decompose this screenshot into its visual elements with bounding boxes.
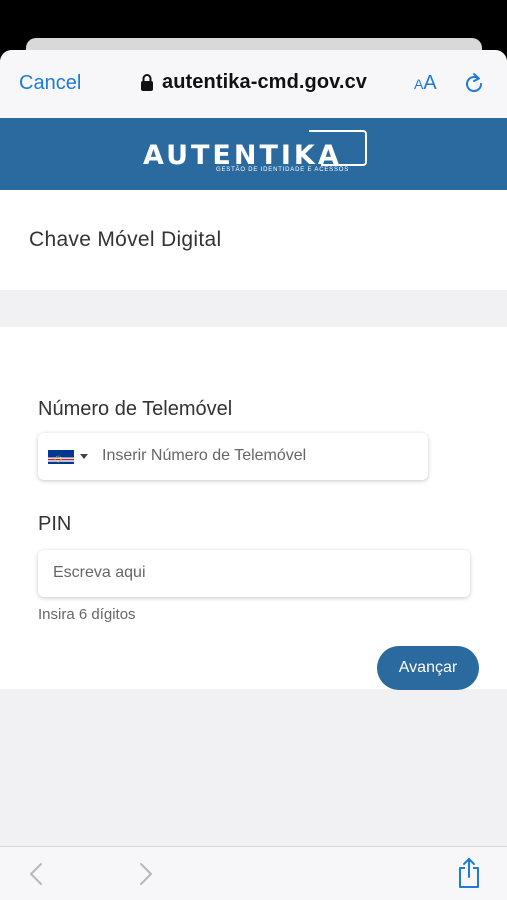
login-form: Número de Telemóvel Inserir Número de Te…	[0, 327, 507, 690]
browser-top-bar: Cancel autentika-cmd.gov.cv AA	[0, 50, 507, 118]
back-arrow-icon[interactable]	[28, 861, 44, 887]
reader-settings-button[interactable]: AA	[414, 72, 437, 95]
url-text: autentika-cmd.gov.cv	[162, 71, 368, 93]
chevron-down-icon[interactable]	[80, 454, 88, 459]
page-title: Chave Móvel Digital	[29, 228, 222, 251]
address-bar[interactable]: autentika-cmd.gov.cv	[140, 71, 367, 94]
reader-small-a: A	[414, 76, 424, 92]
title-card: Chave Móvel Digital	[0, 190, 507, 290]
phone-input[interactable]: Inserir Número de Telemóvel	[38, 433, 428, 480]
pin-input[interactable]: Escreva aqui	[38, 550, 470, 597]
cape-verde-flag-icon[interactable]	[48, 450, 74, 464]
logo-tagline: GESTÃO DE IDENTIDADE E ACESSOS	[216, 167, 350, 173]
pin-label: PIN	[38, 513, 72, 535]
reload-icon[interactable]	[462, 72, 486, 96]
forward-arrow-icon[interactable]	[138, 861, 154, 887]
next-button[interactable]: Avançar	[377, 646, 479, 690]
reader-big-a: A	[423, 72, 437, 94]
lock-icon	[141, 73, 153, 91]
browser-sheet: Cancel autentika-cmd.gov.cv AA AUTENTIKA…	[0, 50, 507, 900]
share-icon[interactable]	[456, 857, 482, 889]
pin-placeholder: Escreva aqui	[53, 564, 146, 581]
pin-hint: Insira 6 dígitos	[38, 606, 136, 623]
browser-bottom-bar	[0, 846, 507, 900]
autentika-logo: AUTENTIKA GESTÃO DE IDENTIDADE E ACESSOS	[143, 130, 368, 180]
brand-header: AUTENTIKA GESTÃO DE IDENTIDADE E ACESSOS	[0, 118, 507, 190]
phone-placeholder: Inserir Número de Telemóvel	[102, 447, 307, 464]
phone-label: Número de Telemóvel	[38, 398, 233, 420]
cancel-button[interactable]: Cancel	[19, 72, 81, 95]
